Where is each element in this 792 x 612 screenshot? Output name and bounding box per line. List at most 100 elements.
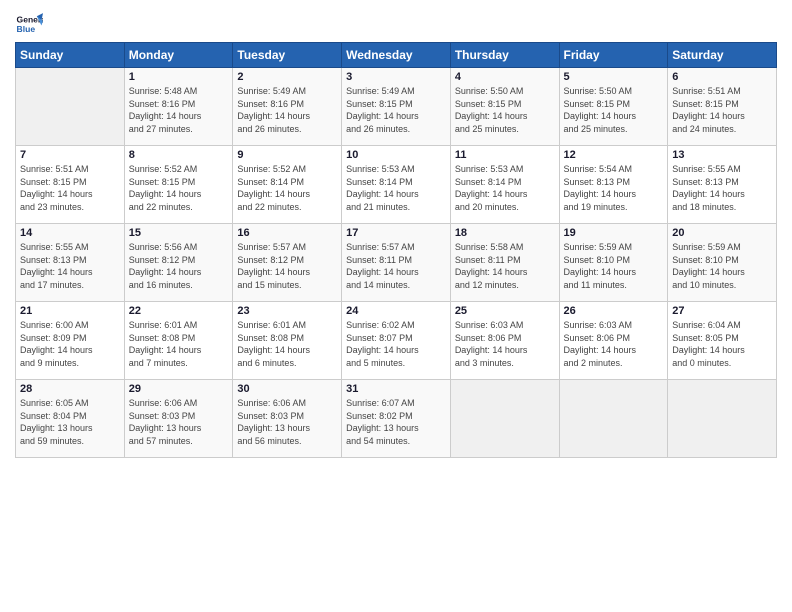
day-header-tuesday: Tuesday <box>233 43 342 68</box>
calendar-cell <box>450 380 559 458</box>
day-number: 7 <box>20 149 120 161</box>
day-number: 17 <box>346 227 446 239</box>
day-info: Sunrise: 5:57 AM Sunset: 8:12 PM Dayligh… <box>237 241 337 291</box>
day-info: Sunrise: 5:59 AM Sunset: 8:10 PM Dayligh… <box>564 241 664 291</box>
calendar-cell: 26 Sunrise: 6:03 AM Sunset: 8:06 PM Dayli… <box>559 302 668 380</box>
day-number: 3 <box>346 71 446 83</box>
day-number: 18 <box>455 227 555 239</box>
day-header-monday: Monday <box>124 43 233 68</box>
day-number: 1 <box>129 71 229 83</box>
day-number: 4 <box>455 71 555 83</box>
day-info: Sunrise: 5:53 AM Sunset: 8:14 PM Dayligh… <box>455 163 555 213</box>
day-info: Sunrise: 5:54 AM Sunset: 8:13 PM Dayligh… <box>564 163 664 213</box>
calendar-cell: 12 Sunrise: 5:54 AM Sunset: 8:13 PM Dayli… <box>559 146 668 224</box>
day-number: 15 <box>129 227 229 239</box>
svg-text:Blue: Blue <box>17 24 36 34</box>
calendar-cell: 25 Sunrise: 6:03 AM Sunset: 8:06 PM Dayli… <box>450 302 559 380</box>
day-info: Sunrise: 5:57 AM Sunset: 8:11 PM Dayligh… <box>346 241 446 291</box>
calendar-cell: 5 Sunrise: 5:50 AM Sunset: 8:15 PM Daylig… <box>559 68 668 146</box>
calendar-cell: 17 Sunrise: 5:57 AM Sunset: 8:11 PM Dayli… <box>342 224 451 302</box>
day-number: 2 <box>237 71 337 83</box>
day-header-thursday: Thursday <box>450 43 559 68</box>
day-info: Sunrise: 6:02 AM Sunset: 8:07 PM Dayligh… <box>346 319 446 369</box>
calendar-cell: 16 Sunrise: 5:57 AM Sunset: 8:12 PM Dayli… <box>233 224 342 302</box>
day-number: 11 <box>455 149 555 161</box>
day-info: Sunrise: 5:56 AM Sunset: 8:12 PM Dayligh… <box>129 241 229 291</box>
day-info: Sunrise: 6:01 AM Sunset: 8:08 PM Dayligh… <box>237 319 337 369</box>
day-info: Sunrise: 5:48 AM Sunset: 8:16 PM Dayligh… <box>129 85 229 135</box>
calendar-cell: 24 Sunrise: 6:02 AM Sunset: 8:07 PM Dayli… <box>342 302 451 380</box>
day-header-friday: Friday <box>559 43 668 68</box>
calendar-cell <box>16 68 125 146</box>
day-info: Sunrise: 6:05 AM Sunset: 8:04 PM Dayligh… <box>20 397 120 447</box>
day-number: 13 <box>672 149 772 161</box>
calendar-cell: 22 Sunrise: 6:01 AM Sunset: 8:08 PM Dayli… <box>124 302 233 380</box>
day-info: Sunrise: 6:06 AM Sunset: 8:03 PM Dayligh… <box>129 397 229 447</box>
day-number: 19 <box>564 227 664 239</box>
calendar-cell: 3Sunrise: 5:49 AM Sunset: 8:15 PM Daylig… <box>342 68 451 146</box>
day-info: Sunrise: 5:59 AM Sunset: 8:10 PM Dayligh… <box>672 241 772 291</box>
day-info: Sunrise: 6:03 AM Sunset: 8:06 PM Dayligh… <box>455 319 555 369</box>
day-header-saturday: Saturday <box>668 43 777 68</box>
day-number: 26 <box>564 305 664 317</box>
day-number: 23 <box>237 305 337 317</box>
calendar-cell: 15 Sunrise: 5:56 AM Sunset: 8:12 PM Dayli… <box>124 224 233 302</box>
day-number: 8 <box>129 149 229 161</box>
day-number: 29 <box>129 383 229 395</box>
day-info: Sunrise: 5:49 AM Sunset: 8:16 PM Dayligh… <box>237 85 337 135</box>
logo-icon: General Blue <box>15 10 43 38</box>
calendar-cell: 7 Sunrise: 5:51 AM Sunset: 8:15 PM Daylig… <box>16 146 125 224</box>
day-info: Sunrise: 5:50 AM Sunset: 8:15 PM Dayligh… <box>564 85 664 135</box>
day-info: Sunrise: 5:52 AM Sunset: 8:15 PM Dayligh… <box>129 163 229 213</box>
day-number: 21 <box>20 305 120 317</box>
day-number: 25 <box>455 305 555 317</box>
day-info: Sunrise: 6:03 AM Sunset: 8:06 PM Dayligh… <box>564 319 664 369</box>
day-info: Sunrise: 5:55 AM Sunset: 8:13 PM Dayligh… <box>20 241 120 291</box>
day-number: 28 <box>20 383 120 395</box>
calendar-cell: 19 Sunrise: 5:59 AM Sunset: 8:10 PM Dayli… <box>559 224 668 302</box>
calendar-cell: 11 Sunrise: 5:53 AM Sunset: 8:14 PM Dayli… <box>450 146 559 224</box>
day-number: 31 <box>346 383 446 395</box>
calendar-cell: 10Sunrise: 5:53 AM Sunset: 8:14 PM Dayli… <box>342 146 451 224</box>
day-header-sunday: Sunday <box>16 43 125 68</box>
day-number: 30 <box>237 383 337 395</box>
day-info: Sunrise: 6:01 AM Sunset: 8:08 PM Dayligh… <box>129 319 229 369</box>
calendar-cell: 14 Sunrise: 5:55 AM Sunset: 8:13 PM Dayli… <box>16 224 125 302</box>
day-info: Sunrise: 6:00 AM Sunset: 8:09 PM Dayligh… <box>20 319 120 369</box>
calendar-cell: 18 Sunrise: 5:58 AM Sunset: 8:11 PM Dayli… <box>450 224 559 302</box>
day-info: Sunrise: 5:52 AM Sunset: 8:14 PM Dayligh… <box>237 163 337 213</box>
day-number: 16 <box>237 227 337 239</box>
calendar-cell: 2 Sunrise: 5:49 AM Sunset: 8:16 PM Daylig… <box>233 68 342 146</box>
calendar-cell: 20 Sunrise: 5:59 AM Sunset: 8:10 PM Dayli… <box>668 224 777 302</box>
day-header-wednesday: Wednesday <box>342 43 451 68</box>
calendar-cell: 31 Sunrise: 6:07 AM Sunset: 8:02 PM Dayli… <box>342 380 451 458</box>
calendar-cell: 13 Sunrise: 5:55 AM Sunset: 8:13 PM Dayli… <box>668 146 777 224</box>
day-info: Sunrise: 6:06 AM Sunset: 8:03 PM Dayligh… <box>237 397 337 447</box>
day-number: 5 <box>564 71 664 83</box>
calendar-cell: 28 Sunrise: 6:05 AM Sunset: 8:04 PM Dayli… <box>16 380 125 458</box>
day-info: Sunrise: 6:07 AM Sunset: 8:02 PM Dayligh… <box>346 397 446 447</box>
calendar-table: SundayMondayTuesdayWednesdayThursdayFrid… <box>15 42 777 458</box>
day-number: 27 <box>672 305 772 317</box>
calendar-cell: 4 Sunrise: 5:50 AM Sunset: 8:15 PM Daylig… <box>450 68 559 146</box>
calendar-cell: 8 Sunrise: 5:52 AM Sunset: 8:15 PM Daylig… <box>124 146 233 224</box>
day-number: 9 <box>237 149 337 161</box>
day-number: 6 <box>672 71 772 83</box>
day-info: Sunrise: 5:51 AM Sunset: 8:15 PM Dayligh… <box>672 85 772 135</box>
calendar-cell: 29 Sunrise: 6:06 AM Sunset: 8:03 PM Dayli… <box>124 380 233 458</box>
day-number: 22 <box>129 305 229 317</box>
day-number: 14 <box>20 227 120 239</box>
day-info: Sunrise: 5:58 AM Sunset: 8:11 PM Dayligh… <box>455 241 555 291</box>
day-info: Sunrise: 5:50 AM Sunset: 8:15 PM Dayligh… <box>455 85 555 135</box>
calendar-cell: 23 Sunrise: 6:01 AM Sunset: 8:08 PM Dayli… <box>233 302 342 380</box>
day-info: Sunrise: 5:55 AM Sunset: 8:13 PM Dayligh… <box>672 163 772 213</box>
calendar-cell: 9 Sunrise: 5:52 AM Sunset: 8:14 PM Daylig… <box>233 146 342 224</box>
day-number: 24 <box>346 305 446 317</box>
calendar-cell: 6 Sunrise: 5:51 AM Sunset: 8:15 PM Daylig… <box>668 68 777 146</box>
calendar-cell <box>559 380 668 458</box>
day-number: 20 <box>672 227 772 239</box>
logo: General Blue <box>15 10 43 38</box>
calendar-cell: 27Sunrise: 6:04 AM Sunset: 8:05 PM Dayli… <box>668 302 777 380</box>
day-info: Sunrise: 5:51 AM Sunset: 8:15 PM Dayligh… <box>20 163 120 213</box>
day-number: 12 <box>564 149 664 161</box>
